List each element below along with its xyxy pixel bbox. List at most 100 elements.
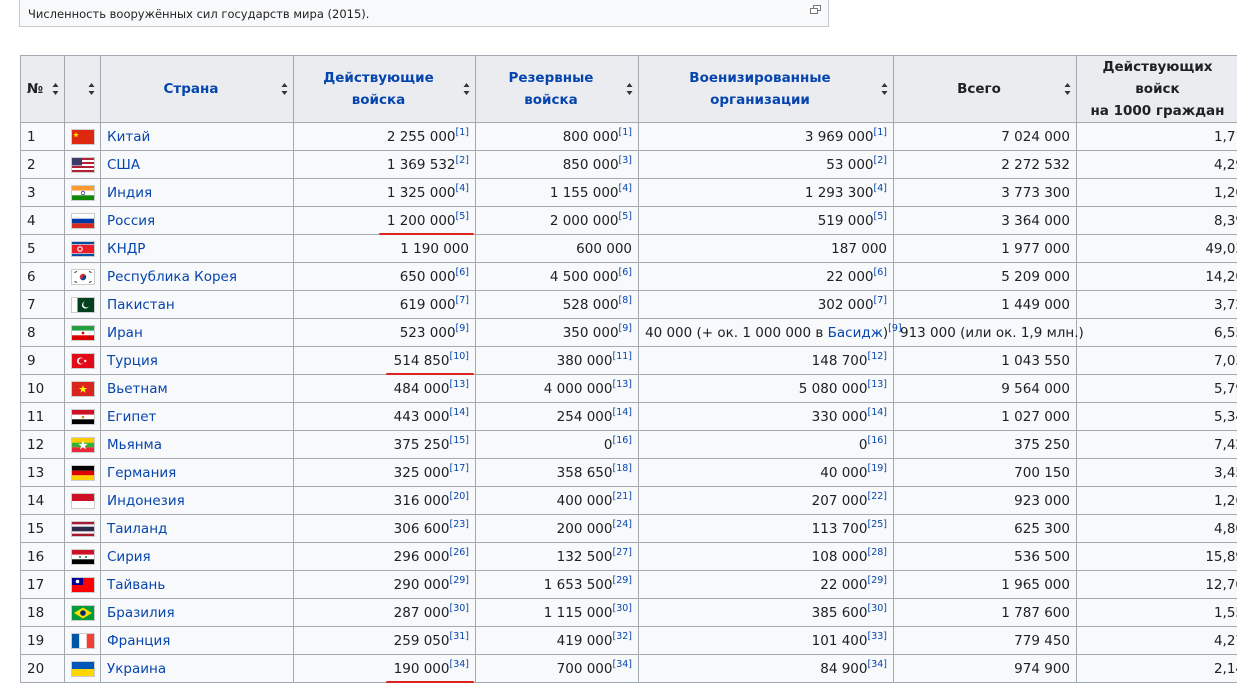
reference-link[interactable]: [17]: [449, 463, 469, 474]
sort-icon[interactable]: [463, 82, 470, 96]
reference-link[interactable]: [11]: [612, 351, 632, 362]
reference-link[interactable]: [6]: [619, 267, 632, 278]
header-reserve[interactable]: Резервные войска: [475, 55, 639, 123]
reference-link[interactable]: [30]: [449, 603, 469, 614]
country-link[interactable]: Франция: [100, 626, 294, 655]
reference-link[interactable]: [34]: [449, 659, 469, 670]
reference-link[interactable]: [15]: [449, 435, 469, 446]
header-paramilitary[interactable]: Военизированные организации: [638, 55, 894, 123]
reference-link[interactable]: [31]: [449, 631, 469, 642]
header-per1000[interactable]: Действующих войск на 1000 граждан: [1076, 55, 1237, 123]
country-link[interactable]: Иран: [100, 318, 294, 347]
header-active[interactable]: Действующие войска: [293, 55, 476, 123]
reference-link[interactable]: [3]: [619, 155, 632, 166]
basij-link[interactable]: Басидж: [828, 325, 883, 341]
reference-link[interactable]: [14]: [612, 407, 632, 418]
reference-link[interactable]: [8]: [619, 295, 632, 306]
reference-link[interactable]: [34]: [612, 659, 632, 670]
reference-link[interactable]: [27]: [612, 547, 632, 558]
country-link[interactable]: Турция: [100, 346, 294, 375]
reference-link[interactable]: [29]: [449, 575, 469, 586]
reference-link[interactable]: [28]: [867, 547, 887, 558]
reference-link[interactable]: [21]: [612, 491, 632, 502]
reference-link[interactable]: [1]: [874, 127, 887, 138]
country-link[interactable]: Тайвань: [100, 570, 294, 599]
reference-link[interactable]: [6]: [456, 267, 469, 278]
header-rank[interactable]: №: [20, 55, 65, 123]
country-link[interactable]: Таиланд: [100, 514, 294, 543]
header-paramilitary-label[interactable]: Военизированные организации: [689, 70, 830, 108]
reference-link[interactable]: [26]: [449, 547, 469, 558]
reference-link[interactable]: [20]: [449, 491, 469, 502]
reference-link[interactable]: [2]: [874, 155, 887, 166]
reference-link[interactable]: [4]: [456, 183, 469, 194]
reference-link[interactable]: [9]: [456, 323, 469, 334]
reference-link[interactable]: [1]: [619, 127, 632, 138]
reference-link[interactable]: [14]: [449, 407, 469, 418]
country-link[interactable]: Пакистан: [100, 290, 294, 319]
reference-link[interactable]: [16]: [867, 435, 887, 446]
country-link[interactable]: Индия: [100, 178, 294, 207]
reference-link[interactable]: [1]: [456, 127, 469, 138]
header-country-label[interactable]: Страна: [164, 81, 219, 97]
header-total[interactable]: Всего: [893, 55, 1077, 123]
country-link[interactable]: Сирия: [100, 542, 294, 571]
country-link[interactable]: КНДР: [100, 234, 294, 263]
reference-link[interactable]: [29]: [612, 575, 632, 586]
country-link[interactable]: Индонезия: [100, 486, 294, 515]
reserve-cell: 2 000 000[5]: [475, 206, 639, 235]
turkey-flag-icon: [71, 352, 95, 369]
reference-link[interactable]: [5]: [619, 211, 632, 222]
reference-link[interactable]: [33]: [867, 631, 887, 642]
country-link[interactable]: США: [100, 150, 294, 179]
reference-link[interactable]: [24]: [612, 519, 632, 530]
reference-link[interactable]: [29]: [867, 575, 887, 586]
sort-icon[interactable]: [626, 82, 633, 96]
reference-link[interactable]: [4]: [874, 183, 887, 194]
country-link[interactable]: Россия: [100, 206, 294, 235]
country-link[interactable]: Вьетнам: [100, 374, 294, 403]
reference-link[interactable]: [30]: [612, 603, 632, 614]
reference-link[interactable]: [25]: [867, 519, 887, 530]
reference-link[interactable]: [22]: [867, 491, 887, 502]
reference-link[interactable]: [7]: [456, 295, 469, 306]
reference-link[interactable]: [5]: [456, 211, 469, 222]
reference-link[interactable]: [4]: [619, 183, 632, 194]
reference-link[interactable]: [12]: [867, 351, 887, 362]
active-cell: 1 369 532[2]: [293, 150, 476, 179]
reference-link[interactable]: [13]: [867, 379, 887, 390]
country-link[interactable]: Китай: [100, 122, 294, 151]
reference-link[interactable]: [14]: [867, 407, 887, 418]
country-link[interactable]: Мьянма: [100, 430, 294, 459]
country-link[interactable]: Германия: [100, 458, 294, 487]
reference-link[interactable]: [30]: [867, 603, 887, 614]
header-flag[interactable]: [64, 55, 101, 123]
enlarge-icon[interactable]: [810, 5, 821, 14]
country-link[interactable]: Украина: [100, 654, 294, 683]
reference-link[interactable]: [13]: [612, 379, 632, 390]
country-link[interactable]: Бразилия: [100, 598, 294, 627]
reference-link[interactable]: [13]: [449, 379, 469, 390]
sort-icon[interactable]: [1064, 82, 1071, 96]
reference-link[interactable]: [34]: [867, 659, 887, 670]
sort-icon[interactable]: [52, 82, 59, 96]
reference-link[interactable]: [5]: [874, 211, 887, 222]
reference-link[interactable]: [16]: [612, 435, 632, 446]
reference-link[interactable]: [6]: [874, 267, 887, 278]
sort-icon[interactable]: [881, 82, 888, 96]
reference-link[interactable]: [18]: [612, 463, 632, 474]
reference-link[interactable]: [2]: [456, 155, 469, 166]
sort-icon[interactable]: [88, 82, 95, 96]
reference-link[interactable]: [9]: [619, 323, 632, 334]
sort-icon[interactable]: [281, 82, 288, 96]
header-active-label[interactable]: Действующие войска: [323, 70, 433, 108]
reference-link[interactable]: [19]: [867, 463, 887, 474]
header-reserve-label[interactable]: Резервные войска: [509, 70, 594, 108]
header-country[interactable]: Страна: [100, 55, 294, 123]
country-link[interactable]: Египет: [100, 402, 294, 431]
reference-link[interactable]: [32]: [612, 631, 632, 642]
reference-link[interactable]: [10]: [449, 351, 469, 362]
reference-link[interactable]: [7]: [874, 295, 887, 306]
country-link[interactable]: Республика Корея: [100, 262, 294, 291]
reference-link[interactable]: [23]: [449, 519, 469, 530]
